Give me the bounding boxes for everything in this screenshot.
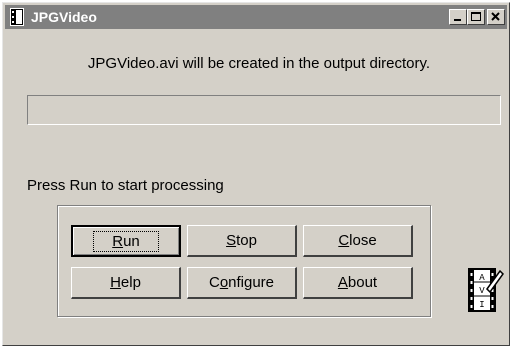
configure-button[interactable]: Configure	[187, 267, 297, 299]
window-title: JPGVideo	[31, 9, 97, 25]
minimize-button[interactable]	[449, 9, 467, 25]
help-button-label: Help	[110, 274, 141, 291]
avi-film-icon: A V I	[468, 268, 504, 312]
film-clapper-icon	[10, 8, 24, 26]
close-icon	[491, 12, 500, 21]
close-window-button[interactable]	[487, 9, 505, 25]
avi-letter-i: I	[479, 300, 484, 310]
avi-letter-a: A	[479, 273, 485, 283]
maximize-icon	[471, 12, 481, 21]
avi-letter-v: V	[479, 286, 485, 296]
about-button[interactable]: About	[303, 267, 413, 299]
stop-button-label: Stop	[226, 232, 257, 249]
run-button-label: Run	[112, 232, 140, 250]
maximize-button[interactable]	[467, 9, 485, 25]
stop-button[interactable]: Stop	[187, 225, 297, 257]
progress-bar	[27, 95, 501, 125]
status-text: Press Run to start processing	[27, 177, 224, 194]
about-button-label: About	[337, 274, 378, 291]
output-message: JPGVideo.avi will be created in the outp…	[87, 55, 431, 72]
close-button[interactable]: Close	[303, 225, 413, 257]
run-button[interactable]: Run	[71, 225, 181, 257]
button-group	[57, 205, 431, 317]
close-button-label: Close	[338, 232, 377, 249]
configure-button-label: Configure	[208, 274, 275, 291]
main-window: JPGVideo JPGVideo.avi will be created in…	[2, 2, 510, 346]
help-button[interactable]: Help	[71, 267, 181, 299]
title-bar[interactable]: JPGVideo	[5, 5, 507, 29]
minimize-icon	[454, 19, 461, 21]
